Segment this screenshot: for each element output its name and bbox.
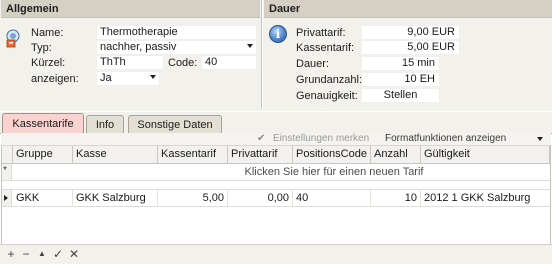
cell-anzahl[interactable]: 10	[371, 190, 421, 207]
settings-save-button[interactable]: Einstellungen merken	[273, 133, 369, 145]
treatment-settings-icon	[6, 29, 20, 48]
cell-gueltigkeit[interactable]: 2012 1 GKK Salzburg	[421, 190, 550, 207]
navigator-bar: + − ▲ ✓ ✕	[0, 244, 552, 264]
privattarif-field[interactable]: 9,00 EUR	[361, 25, 460, 40]
privattarif-label: Privattarif:	[296, 27, 346, 39]
confirm-button[interactable]: ✓	[52, 247, 64, 261]
cell-privattarif[interactable]: 0,00	[228, 190, 293, 207]
dauer-field[interactable]: 15 min	[361, 56, 440, 71]
anzeigen-value: Ja	[100, 72, 112, 84]
chevron-down-icon	[247, 44, 253, 48]
row-selector: *	[2, 164, 12, 180]
asterisk-icon: *	[3, 165, 7, 176]
row-selector	[2, 190, 12, 206]
row-header-corner	[2, 146, 13, 164]
col-anzahl[interactable]: Anzahl	[371, 146, 421, 164]
cancel-button[interactable]: ✕	[68, 247, 80, 261]
col-kasse[interactable]: Kasse	[73, 146, 158, 164]
kuerzel-label: Kürzel:	[31, 57, 66, 69]
allgemein-title: Allgemein	[1, 0, 260, 18]
col-privattarif[interactable]: Privattarif	[228, 146, 293, 164]
genauigkeit-field[interactable]: Stellen	[361, 88, 440, 103]
cell-gruppe[interactable]: GKK	[13, 190, 73, 207]
new-row-hint[interactable]: Klicken Sie hier für einen neuen Tarif	[122, 166, 546, 178]
kassentarif-field[interactable]: 5,00 EUR	[361, 40, 460, 55]
check-icon: ✔	[257, 133, 266, 144]
col-positionscode[interactable]: PositionsCode	[293, 146, 371, 164]
grundanzahl-label: Grundanzahl:	[296, 74, 363, 86]
grundanzahl-field[interactable]: 10 EH	[361, 72, 440, 87]
info-icon: i	[269, 25, 287, 43]
current-row-icon	[4, 195, 8, 201]
name-label: Name:	[31, 27, 64, 39]
remove-button[interactable]: −	[20, 247, 32, 261]
col-gruppe[interactable]: Gruppe	[13, 146, 73, 164]
new-row[interactable]: * Klicken Sie hier für einen neuen Tarif	[2, 164, 550, 181]
grid-toolbar: ✔ Einstellungen merken Formatfunktionen …	[1, 133, 551, 146]
genauigkeit-label: Genauigkeit:	[296, 90, 358, 102]
panel-divider	[261, 0, 263, 109]
tab-info[interactable]: Info	[86, 115, 124, 135]
tab-sonstige-daten[interactable]: Sonstige Daten	[128, 115, 222, 135]
typ-label: Typ:	[31, 42, 52, 54]
cell-positionscode[interactable]: 40	[293, 190, 371, 207]
add-button[interactable]: +	[5, 247, 17, 261]
dauer-label: Dauer:	[296, 58, 330, 70]
tab-bar: Kassentarife Info Sonstige Daten	[0, 112, 552, 135]
move-up-button[interactable]: ▲	[36, 247, 48, 261]
code-field[interactable]: 40	[201, 55, 257, 70]
format-functions-button[interactable]: Formatfunktionen anzeigen	[385, 133, 506, 145]
anzeigen-select[interactable]: Ja	[96, 71, 160, 86]
col-gueltigkeit[interactable]: Gültigkeit	[421, 146, 550, 164]
table-row[interactable]: GKK GKK Salzburg 5,00 0,00 40 10 2012 1 …	[2, 189, 550, 207]
chevron-down-icon	[150, 75, 156, 79]
cell-kassentarif[interactable]: 5,00	[158, 190, 228, 207]
cell-kasse[interactable]: GKK Salzburg	[73, 190, 158, 207]
typ-select[interactable]: nachher, passiv	[96, 40, 257, 55]
dauer-title: Dauer	[264, 0, 552, 18]
typ-value: nachher, passiv	[100, 41, 177, 53]
tab-kassentarife[interactable]: Kassentarife	[2, 113, 84, 135]
kuerzel-field[interactable]: ThTh	[96, 55, 164, 70]
name-field[interactable]: Thermotherapie	[96, 25, 257, 40]
code-label: Code:	[168, 57, 198, 69]
anzeigen-label: anzeigen:	[31, 73, 79, 85]
chevron-down-icon[interactable]	[537, 137, 543, 141]
tarif-grid: Gruppe Kasse Kassentarif Privattarif Pos…	[1, 146, 551, 244]
col-kassentarif[interactable]: Kassentarif	[158, 146, 228, 164]
kassentarif-label: Kassentarif:	[296, 42, 355, 54]
